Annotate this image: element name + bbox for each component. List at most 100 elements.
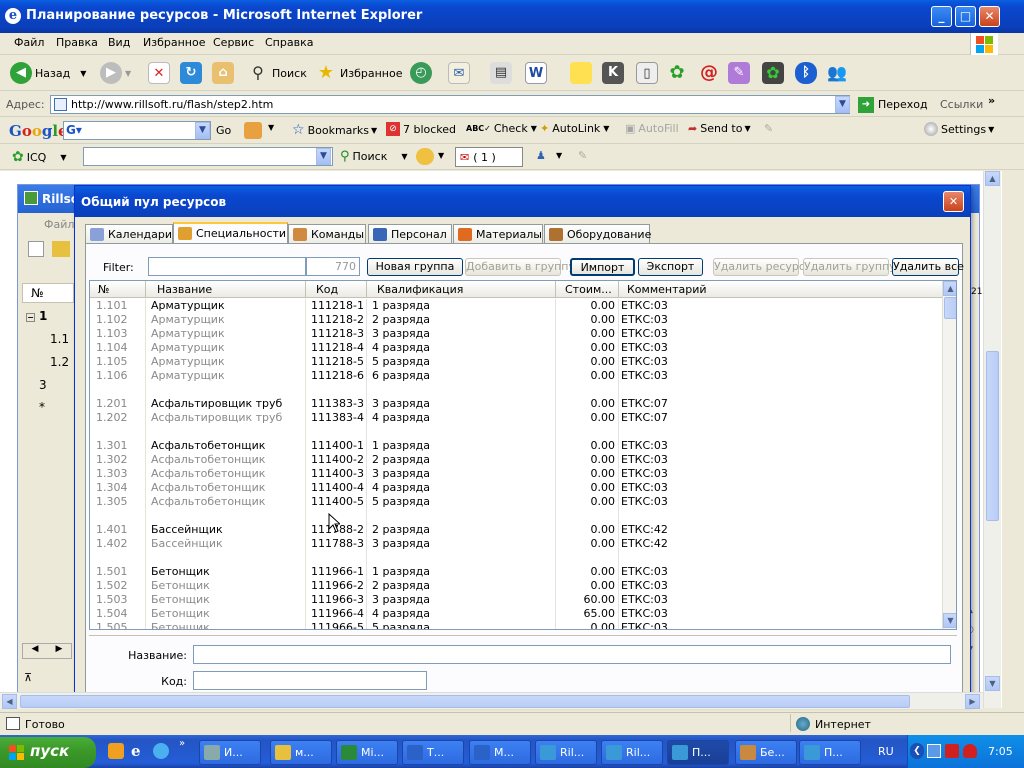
menu-file[interactable]: Файл [14, 36, 44, 49]
delete-resource-button[interactable]: Удалить ресурс [713, 258, 805, 276]
smiley-icon[interactable] [416, 148, 434, 165]
start-button[interactable]: пуск [0, 737, 96, 768]
table-row[interactable]: 1.202 Асфальтировщик труб 111383-4 4 разряд… [90, 411, 942, 425]
table-scroll-thumb[interactable] [944, 297, 956, 319]
name-input[interactable] [193, 645, 951, 664]
delete-all-button[interactable]: Удалить все [892, 258, 964, 276]
column-comment[interactable]: Комментарий [627, 283, 707, 296]
icq-button[interactable]: ✿ [666, 60, 691, 86]
scroll-left-icon[interactable]: ◀ [2, 694, 17, 709]
icq-messages-button[interactable]: ✉ ( 1 ) [455, 147, 523, 167]
icq-search-input[interactable] [83, 147, 333, 166]
pagerank-icon[interactable] [244, 122, 262, 139]
print-button[interactable]: ▤ [490, 60, 515, 86]
tray-collapse-icon[interactable]: ❮ [910, 743, 924, 759]
forward-button[interactable]: ▶ ▼ [100, 60, 131, 86]
user-dropdown[interactable]: ▼ [556, 151, 562, 160]
pin-icon[interactable]: ⊼ [24, 671, 32, 684]
table-row[interactable]: 1.304 Асфальтобетонщик 111400-4 4 разряда 0.… [90, 481, 942, 495]
k-button[interactable]: K [602, 60, 627, 86]
user-icon[interactable]: ♟ [536, 149, 546, 162]
autofill-button[interactable]: ▣ AutoFill [625, 122, 679, 135]
highlighter-icon[interactable]: ✎ [764, 122, 773, 135]
history-button[interactable]: ◴ [410, 60, 435, 86]
page-scroll-thumb[interactable] [986, 351, 999, 521]
links-button[interactable]: Ссылки [940, 98, 983, 111]
tools-button[interactable]: ✎ [728, 60, 753, 86]
address-input[interactable]: http://www.rillsoft.ru/flash/step2.htm [50, 95, 850, 114]
spellcheck-button[interactable]: ABC✓ Check ▼ [466, 122, 537, 135]
column-code[interactable]: Код [316, 283, 338, 296]
tab-materials[interactable]: Материалы [453, 224, 543, 244]
scroll-up-icon[interactable]: ▲ [943, 281, 956, 296]
column-qualification[interactable]: Квалификация [377, 283, 463, 296]
pagerank-dropdown[interactable]: ▼ [268, 123, 274, 132]
taskbar-button[interactable]: Бе... [735, 740, 797, 765]
app-row[interactable]: −1 [26, 309, 47, 323]
refresh-button[interactable]: ↻ [180, 60, 205, 86]
messenger-button[interactable]: ▯ [636, 60, 661, 86]
mail-button[interactable]: ✉ [448, 60, 473, 86]
tab-teams[interactable]: Команды [288, 224, 366, 244]
back-button[interactable]: ◀ Назад ▼ [10, 60, 86, 86]
menu-view[interactable]: Вид [108, 36, 130, 49]
taskbar-button[interactable]: Ril... [601, 740, 663, 765]
scroll-left-icon[interactable]: ◀ [23, 644, 47, 658]
table-row[interactable]: 1.102 Арматурщик 111218-2 2 разряда 0.00 ЕТКС… [90, 313, 942, 327]
scroll-right-icon[interactable]: ▶ [47, 644, 71, 658]
menu-tools[interactable]: Сервис [213, 36, 254, 49]
taskbar-button[interactable]: Mi... [336, 740, 398, 765]
security-shield-icon[interactable] [963, 744, 977, 758]
sendto-button[interactable]: ➦ Send to ▼ [688, 122, 751, 135]
taskbar-button[interactable]: Т... [402, 740, 464, 765]
close-button[interactable]: ✕ [979, 6, 1000, 27]
new-doc-icon[interactable] [28, 241, 44, 257]
menu-help[interactable]: Справка [265, 36, 313, 49]
table-row[interactable]: 1.402 Бассейнщик 111788-3 3 разряда 0.00 ЕТКС… [90, 537, 942, 551]
autolink-button[interactable]: ✦ AutoLink ▼ [540, 122, 609, 135]
tab-calendars[interactable]: Календари [85, 224, 173, 244]
tab-personnel[interactable]: Персонал [368, 224, 452, 244]
filter-input[interactable] [148, 257, 306, 276]
contacts-button[interactable]: 👥 [826, 60, 851, 86]
scroll-right-icon[interactable]: ▶ [965, 694, 980, 709]
tab-specialties[interactable]: Специальности [173, 222, 288, 245]
antivirus-icon[interactable] [945, 744, 959, 758]
google-go-button[interactable]: Go [216, 124, 231, 137]
icq-menu-button[interactable]: ✿ ICQ ▼ [12, 149, 66, 165]
taskbar-button[interactable]: м... [270, 740, 332, 765]
menu-favorites[interactable]: Избранное [143, 36, 205, 49]
column-name[interactable]: Название [157, 283, 212, 296]
search-button[interactable]: ⚲ Поиск [247, 60, 307, 86]
scroll-up-icon[interactable]: ▲ [985, 171, 1000, 186]
table-row[interactable]: 1.501 Бетонщик 111966-1 1 разряда 0.00 ЕТКС:0… [90, 565, 942, 579]
quicklaunch-media-icon[interactable] [153, 743, 169, 759]
quicklaunch-ie-icon[interactable]: e [131, 742, 141, 760]
table-row[interactable]: 1.401Бассейнщик111788-22 разряда0.00ЕТКС… [90, 523, 942, 537]
scroll-down-icon[interactable]: ▼ [943, 613, 956, 628]
app-row[interactable]: 1.1 [50, 332, 69, 346]
column-no[interactable]: № [98, 283, 109, 296]
taskbar-button[interactable]: П... [667, 740, 729, 765]
quicklaunch-outlook-icon[interactable] [108, 743, 124, 759]
page-hscroll-thumb[interactable] [20, 695, 910, 708]
table-row[interactable]: 1.502 Бетонщик 111966-2 2 разряда 0.00 ЕТКС:0… [90, 579, 942, 593]
table-row[interactable]: 1.105 Арматурщик 111218-5 5 разряда 0.00 ЕТКС… [90, 355, 942, 369]
eraser-icon[interactable]: ✎ [578, 149, 587, 162]
page-horizontal-scrollbar[interactable]: ◀ ▶ [0, 692, 983, 709]
icq-search-button[interactable]: ⚲ Поиск ▼ [340, 149, 408, 164]
address-dropdown-button[interactable]: ▼ [835, 96, 850, 113]
import-button[interactable]: Импорт [570, 258, 635, 276]
page-vertical-scrollbar[interactable]: ▲ ▼ [983, 171, 1001, 708]
table-row[interactable]: 1.101 Арматурщик 111218-1 1 разряда 0.00 ЕТКС… [90, 299, 942, 313]
new-group-button[interactable]: Новая группа [367, 258, 463, 276]
export-button[interactable]: Экспорт [638, 258, 703, 276]
table-row[interactable]: 1.303 Асфальтобетонщик 111400-3 3 разряда 0.… [90, 467, 942, 481]
taskbar-button[interactable]: Ril... [535, 740, 597, 765]
quicklaunch-more-icon[interactable]: » [179, 738, 185, 749]
table-vertical-scrollbar[interactable]: ▲ ▼ [942, 281, 956, 629]
favorites-button[interactable]: ★ Избранное [315, 60, 403, 86]
code-input[interactable] [193, 671, 427, 690]
go-button[interactable]: ➜ Переход [858, 95, 928, 114]
icq-search-dropdown[interactable]: ▼ [316, 148, 331, 165]
